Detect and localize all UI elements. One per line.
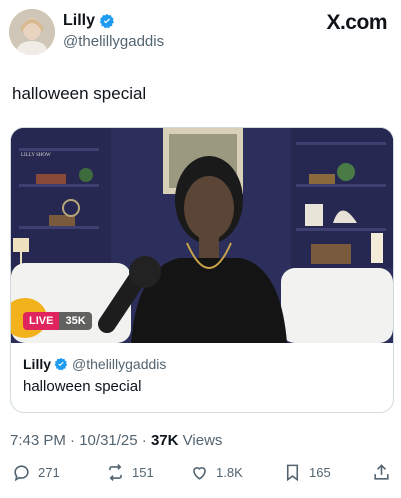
share-icon — [374, 464, 389, 480]
like-button[interactable]: 1.8K — [190, 463, 243, 482]
bookmark-icon — [286, 464, 299, 482]
live-viewer-count: 35K — [59, 312, 92, 330]
like-count: 1.8K — [216, 465, 243, 480]
quoted-tweet-text: halloween special — [23, 378, 142, 395]
tweet-timestamp: 7:43 PM · 10/31/25 · 37K Views — [10, 432, 222, 449]
heart-icon — [193, 467, 206, 480]
repost-count: 151 — [132, 465, 154, 480]
bookmark-button[interactable]: 165 — [283, 463, 331, 482]
x-logo: X.com — [326, 11, 387, 34]
live-badge: LIVE 35K — [23, 312, 92, 330]
quoted-handle[interactable]: @thelillygaddis — [72, 356, 166, 372]
views-label: Views — [182, 432, 223, 449]
profile-photo-icon — [9, 9, 55, 55]
video-thumbnail[interactable]: LILLY SHOW LIVE 35K — [11, 128, 393, 343]
post-date[interactable]: 10/31/25 — [79, 432, 137, 449]
reply-icon — [14, 465, 29, 482]
live-label: LIVE — [23, 312, 60, 330]
show-watermark: LILLY SHOW — [21, 153, 51, 158]
quoted-display-name[interactable]: Lilly — [23, 356, 51, 372]
video-scene-image: LILLY SHOW — [11, 128, 393, 343]
reply-count: 271 — [38, 465, 60, 480]
quoted-author-row[interactable]: Lilly @thelillygaddis — [23, 356, 166, 372]
action-bar: 271 151 1.8K 165 — [0, 463, 401, 489]
views-count: 37K — [150, 432, 179, 449]
author-name-row[interactable]: Lilly — [63, 12, 115, 30]
quoted-tweet-card[interactable]: LILLY SHOW LIVE 35K Lilly @thelillygaddi… — [10, 127, 394, 413]
tweet-text: halloween special — [12, 84, 147, 103]
separator-dot: · — [141, 432, 147, 449]
separator-dot: · — [70, 432, 76, 449]
post-time[interactable]: 7:43 PM — [10, 432, 66, 449]
verified-badge-icon — [54, 357, 68, 371]
avatar[interactable] — [9, 9, 55, 55]
bookmark-count: 165 — [309, 465, 331, 480]
repost-icon — [109, 464, 122, 481]
reply-button[interactable]: 271 — [12, 463, 60, 482]
share-button[interactable] — [372, 463, 398, 482]
verified-badge-icon — [99, 14, 115, 29]
author-display-name[interactable]: Lilly — [63, 12, 95, 30]
repost-button[interactable]: 151 — [106, 463, 154, 482]
author-handle[interactable]: @thelillygaddis — [63, 33, 164, 50]
